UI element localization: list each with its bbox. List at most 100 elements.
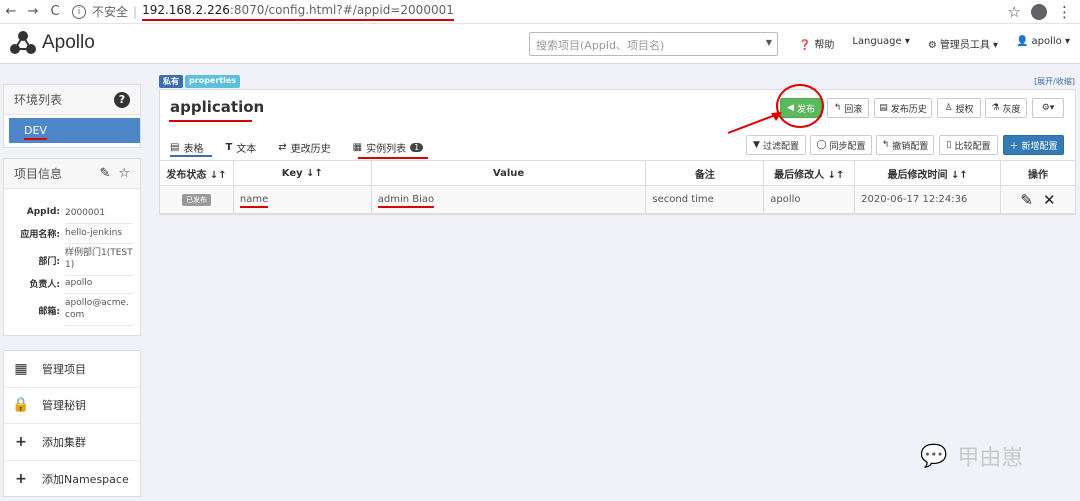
language-label: Language: [852, 36, 902, 47]
info-key: 邮箱:: [38, 307, 60, 317]
filter-config-button[interactable]: ▼ 过滤配置: [746, 135, 806, 155]
header-label: 备注: [694, 169, 715, 181]
undo-icon: ↰: [881, 140, 890, 150]
info-value: 2000001: [65, 207, 133, 224]
user-label: apollo: [1031, 36, 1062, 47]
tab-text[interactable]: T 文本: [225, 140, 256, 155]
menu-manage-project[interactable]: ▦ 管理项目: [4, 351, 140, 388]
project-info-title: 项目信息: [14, 167, 63, 181]
table-icon: ▤: [170, 142, 180, 153]
tab-table[interactable]: ▤ 表格: [170, 140, 203, 155]
menu-add-namespace[interactable]: + 添加Namespace: [4, 461, 140, 498]
gear-icon: ⚙: [927, 40, 937, 51]
lock-icon: 🔒: [12, 397, 30, 414]
env-item-label: DEV: [24, 124, 47, 140]
col-status[interactable]: 发布状态 ↓↑: [159, 160, 234, 186]
expand-collapse-link[interactable]: [展开/收缩]: [1034, 76, 1075, 87]
project-search-input[interactable]: 搜索项目(AppId、项目名) ▼: [529, 32, 778, 56]
sort-icon: ↓↑: [306, 167, 323, 179]
file-icon: ▯: [946, 140, 952, 150]
compare-config-button[interactable]: ▯ 比较配置: [939, 135, 998, 155]
add-config-button[interactable]: ＋新增配置: [1003, 135, 1064, 155]
sort-icon: ↓↑: [827, 169, 845, 181]
user-icon: 👤: [1016, 36, 1029, 47]
authorize-label: 授权: [955, 104, 974, 115]
menu-label: 管理秘钥: [42, 399, 86, 413]
back-icon[interactable]: ←: [0, 4, 22, 19]
edit-icon[interactable]: ✎: [1020, 191, 1033, 209]
view-tabs: ▤ 表格 T 文本 ⇄ 更改历史 ▦ 实例列表 1: [170, 140, 424, 155]
settings-dropdown-button[interactable]: ⚙▾: [1032, 98, 1064, 118]
url-separator: |: [133, 4, 138, 19]
apollo-logo[interactable]: Apollo: [8, 29, 95, 57]
wechat-icon: 💬: [920, 443, 948, 469]
admin-tools-menu[interactable]: ⚙ 管理员工具 ▾: [928, 36, 998, 51]
col-key[interactable]: Key ↓↑: [232, 160, 372, 186]
info-value: 样例部门1(TEST1): [65, 247, 133, 276]
menu-add-cluster[interactable]: + 添加集群: [4, 424, 140, 461]
list-icon: ▦: [352, 142, 363, 153]
menu-manage-secret[interactable]: 🔒 管理秘钥: [4, 388, 140, 424]
compare-label: 比较配置: [954, 141, 991, 152]
delete-icon[interactable]: ✕: [1043, 191, 1056, 209]
sort-icon: ↓↑: [950, 169, 968, 181]
rollback-button[interactable]: ↰ 回滚: [827, 98, 869, 118]
rollback-label: 回滚: [844, 104, 863, 115]
annotation-underline: [169, 120, 252, 122]
release-history-button[interactable]: ▤ 发布历史: [874, 98, 932, 118]
sync-icon: ◯: [816, 140, 827, 150]
user-menu[interactable]: 👤 apollo ▾: [1016, 36, 1070, 51]
profile-icon[interactable]: [1031, 4, 1047, 20]
tab-instances[interactable]: ▦ 实例列表 1: [353, 140, 424, 155]
star-icon[interactable]: ☆: [118, 166, 130, 181]
watermark-text: 甲由崽: [957, 446, 1024, 471]
tab-label: 文本: [236, 144, 257, 155]
header-label: Key: [281, 167, 303, 179]
filter-icon: ▼: [753, 140, 760, 150]
tab-label: 更改历史: [290, 144, 331, 155]
info-key: 应用名称:: [20, 230, 60, 240]
header-label: 发布状态: [166, 169, 207, 181]
col-modified-time[interactable]: 最后修改时间 ↓↑: [854, 160, 1001, 186]
tab-label: 实例列表: [366, 144, 407, 155]
forward-icon[interactable]: →: [22, 4, 44, 19]
info-icon[interactable]: i: [72, 4, 86, 19]
row-actions: ✎ ✕: [1001, 191, 1075, 209]
sync-config-button[interactable]: ◯ 同步配置: [810, 135, 872, 155]
help-circle-icon[interactable]: ?: [114, 91, 130, 108]
col-comment: 备注: [645, 160, 765, 186]
info-key: AppId:: [26, 207, 60, 217]
env-list-panel: 环境列表 ? DEV: [3, 84, 141, 148]
plus-icon: +: [15, 470, 27, 487]
tab-history[interactable]: ⇄ 更改历史: [278, 140, 330, 155]
gray-release-button[interactable]: ⚗ 灰度: [985, 98, 1027, 118]
env-list-title: 环境列表: [14, 93, 63, 107]
env-item-dev[interactable]: DEV: [9, 118, 140, 143]
annotation-underline: [358, 157, 428, 159]
reload-icon[interactable]: C: [44, 4, 66, 19]
help-link[interactable]: ❓ 帮助: [799, 36, 834, 51]
edit-icon[interactable]: ✎: [99, 166, 110, 181]
config-table: 发布状态 ↓↑ Key ↓↑ Value 备注 最后修改人 ↓↑ 最后修改时间 …: [159, 160, 1076, 214]
url-path: :8070/config.html?#/appid=2000001: [229, 2, 454, 17]
grid-icon: ▦: [14, 360, 28, 377]
language-menu[interactable]: Language ▾: [852, 36, 910, 51]
cell-ops: ✎ ✕: [1000, 185, 1076, 214]
more-menu-icon[interactable]: ⋮: [1057, 3, 1072, 21]
info-value: apollo: [65, 277, 133, 294]
apollo-logo-icon: [10, 31, 36, 54]
text-icon: T: [225, 142, 233, 153]
menu-label: 添加Namespace: [42, 472, 129, 486]
revoke-config-button[interactable]: ↰ 撤销配置: [876, 135, 934, 155]
address-bar[interactable]: i 不安全 | 192.168.2.226:8070/config.html?#…: [72, 3, 454, 21]
cell-comment: second time: [645, 185, 765, 214]
namespace-tags: 私有 properties: [159, 75, 241, 88]
watermark: 💬 甲由崽: [920, 440, 1023, 472]
rollback-icon: ↰: [833, 103, 842, 113]
search-caret-icon: ▼: [765, 38, 772, 47]
project-info-actions: ✎ ☆: [99, 166, 130, 181]
col-modifier[interactable]: 最后修改人 ↓↑: [763, 160, 856, 186]
history-label: 发布历史: [890, 104, 927, 115]
authorize-button[interactable]: ♙ 授权: [937, 98, 981, 118]
bookmark-star-icon[interactable]: ☆: [1008, 3, 1021, 21]
